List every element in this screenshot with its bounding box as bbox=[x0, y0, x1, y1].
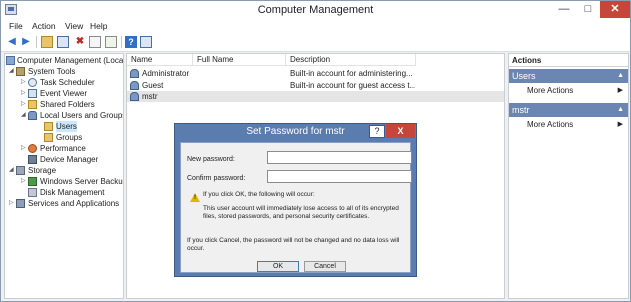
actions-section-mstr[interactable]: mstr ▲ bbox=[509, 103, 628, 117]
confirm-password-field[interactable] bbox=[267, 170, 412, 183]
cancel-consequence-line-1: If you click Cancel, the password will n… bbox=[187, 237, 400, 244]
dialog-help-button[interactable]: ? bbox=[369, 125, 385, 138]
actions-section-users[interactable]: Users ▲ bbox=[509, 69, 628, 83]
dialog-body: New password: Confirm password: ! If you… bbox=[180, 142, 412, 273]
actions-pane: Actions Users ▲ More Actions ▶ mstr ▲ Mo… bbox=[508, 53, 629, 299]
submenu-arrow-icon: ▶ bbox=[617, 121, 623, 128]
user-icon bbox=[130, 92, 139, 101]
minimize-button[interactable]: — bbox=[552, 1, 576, 18]
refresh-icon[interactable] bbox=[105, 36, 117, 48]
column-header-description[interactable]: Description bbox=[286, 54, 416, 66]
folder-icon bbox=[44, 122, 53, 131]
actions-header: Actions bbox=[509, 54, 628, 67]
toolbar: ◀ ▶ ✖ ? bbox=[1, 33, 630, 52]
user-disabled-icon bbox=[130, 81, 139, 90]
backup-icon bbox=[28, 177, 37, 186]
users-icon bbox=[28, 111, 37, 120]
more-actions-mstr[interactable]: More Actions ▶ bbox=[509, 119, 628, 131]
menu-file[interactable]: File bbox=[9, 21, 23, 31]
back-arrow-icon[interactable]: ◀ bbox=[6, 36, 18, 48]
collapse-caret-icon[interactable]: ▲ bbox=[617, 103, 624, 117]
expand-arrow-icon[interactable]: ▷ bbox=[21, 88, 28, 99]
toolbar-separator bbox=[36, 36, 37, 48]
folder-icon bbox=[44, 133, 53, 142]
more-actions-users[interactable]: More Actions ▶ bbox=[509, 85, 628, 97]
tools-icon bbox=[16, 67, 25, 76]
ok-consequence-line-2: files, stored passwords, and personal se… bbox=[203, 213, 370, 220]
properties-icon[interactable] bbox=[89, 36, 101, 48]
clock-icon bbox=[28, 78, 37, 87]
disk-icon bbox=[28, 188, 37, 197]
dialog-close-button[interactable]: X bbox=[386, 124, 415, 138]
ok-button[interactable]: OK bbox=[257, 261, 299, 272]
expand-arrow-icon[interactable]: ▷ bbox=[21, 77, 28, 88]
performance-icon bbox=[28, 144, 37, 153]
menu-action[interactable]: Action bbox=[32, 21, 56, 31]
cancel-button[interactable]: Cancel bbox=[304, 261, 346, 272]
collapse-arrow-icon[interactable]: ◢ bbox=[9, 165, 16, 176]
console-tree: Computer Management (Local ◢ System Tool… bbox=[4, 53, 124, 299]
shared-folder-icon bbox=[28, 100, 37, 109]
user-icon bbox=[130, 69, 139, 78]
event-viewer-icon bbox=[28, 89, 37, 98]
collapse-arrow-icon[interactable]: ◢ bbox=[21, 110, 28, 121]
help-icon[interactable]: ? bbox=[125, 36, 137, 48]
storage-icon bbox=[16, 166, 25, 175]
list-item-administrator[interactable]: Administrator Built-in account for admin… bbox=[127, 68, 504, 79]
computer-management-window: Computer Management — □ ✕ File Action Vi… bbox=[0, 0, 631, 302]
new-password-field[interactable] bbox=[267, 151, 412, 164]
set-password-dialog: Set Password for mstr ? X New password: … bbox=[174, 123, 417, 277]
toolbar-separator bbox=[121, 36, 122, 48]
menu-help[interactable]: Help bbox=[90, 21, 107, 31]
collapse-caret-icon[interactable]: ▲ bbox=[617, 69, 624, 83]
list-item-guest[interactable]: Guest Built-in account for guest access … bbox=[127, 80, 504, 91]
menu-bar: File Action View Help bbox=[1, 19, 630, 33]
column-header-name[interactable]: Name bbox=[127, 54, 193, 66]
title-bar: Computer Management — □ ✕ bbox=[1, 1, 630, 19]
computer-management-icon bbox=[6, 56, 15, 65]
collapse-arrow-icon[interactable]: ◢ bbox=[9, 66, 16, 77]
confirm-password-label: Confirm password: bbox=[187, 175, 246, 182]
ok-consequence-line-1: This user account will immediately lose … bbox=[203, 205, 399, 212]
expand-arrow-icon[interactable]: ▷ bbox=[21, 176, 28, 187]
up-folder-icon[interactable] bbox=[41, 36, 53, 48]
expand-arrow-icon[interactable]: ▷ bbox=[21, 99, 28, 110]
services-icon bbox=[16, 199, 25, 208]
column-header-full-name[interactable]: Full Name bbox=[193, 54, 286, 66]
new-password-label: New password: bbox=[187, 156, 235, 163]
expand-arrow-icon[interactable]: ▷ bbox=[21, 143, 28, 154]
menu-view[interactable]: View bbox=[65, 21, 83, 31]
close-button[interactable]: ✕ bbox=[600, 1, 630, 18]
maximize-button[interactable]: □ bbox=[576, 1, 600, 18]
expand-arrow-icon[interactable]: ▷ bbox=[9, 198, 16, 209]
delete-icon[interactable]: ✖ bbox=[74, 36, 86, 48]
submenu-arrow-icon: ▶ bbox=[617, 87, 623, 94]
console-icon[interactable] bbox=[140, 36, 152, 48]
device-manager-icon bbox=[28, 155, 37, 164]
window-title: Computer Management bbox=[257, 4, 374, 16]
warning-exclamation: ! bbox=[194, 195, 196, 201]
forward-arrow-icon[interactable]: ▶ bbox=[20, 36, 32, 48]
cancel-consequence-line-2: occur. bbox=[187, 245, 205, 252]
list-item-mstr[interactable]: mstr bbox=[127, 91, 504, 102]
show-hide-tree-icon[interactable] bbox=[57, 36, 69, 48]
ok-consequence-heading: If you click OK, the following will occu… bbox=[203, 191, 315, 198]
